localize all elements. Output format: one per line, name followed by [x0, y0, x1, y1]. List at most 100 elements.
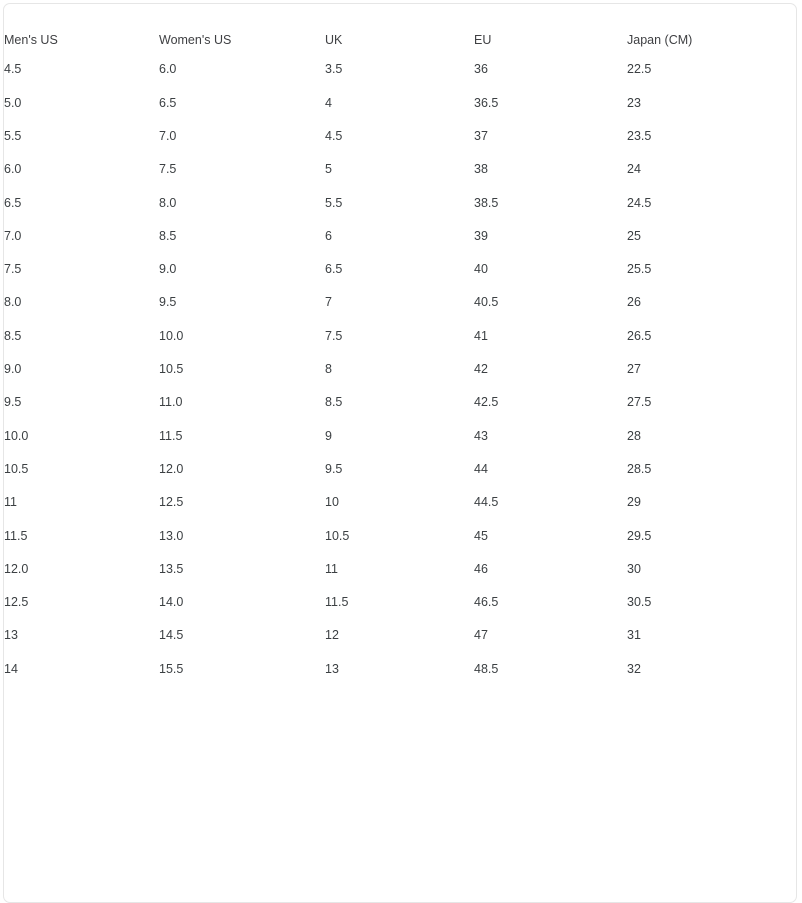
cell-eu: 47	[474, 628, 488, 643]
cell-uk: 3.5	[325, 62, 343, 77]
column-header-eu: EU	[474, 32, 492, 47]
table-row: 4.5 6.0 3.5 36 22.5	[4, 53, 798, 86]
cell-mens: 6.5	[4, 195, 22, 210]
cell-womens: 7.0	[159, 128, 177, 143]
cell-japan: 25.5	[627, 262, 652, 277]
cell-womens: 10.5	[159, 362, 184, 377]
cell-eu: 40.5	[474, 295, 499, 310]
cell-mens: 7.5	[4, 262, 22, 277]
cell-mens: 8.5	[4, 328, 22, 343]
table-header: Men's US Women's US UK EU Japan (CM)	[4, 4, 798, 53]
cell-eu: 45	[474, 528, 488, 543]
cell-mens: 9.5	[4, 395, 22, 410]
cell-mens: 5.0	[4, 95, 22, 110]
cell-japan: 24	[627, 162, 641, 177]
table-row: 6.0 7.5 5 38 24	[4, 153, 798, 186]
cell-eu: 46	[474, 561, 488, 576]
cell-eu: 42.5	[474, 395, 499, 410]
table-row: 10.5 12.0 9.5 44 28.5	[4, 453, 798, 486]
table-row: 9.5 11.0 8.5 42.5 27.5	[4, 386, 798, 419]
table-row: 6.5 8.0 5.5 38.5 24.5	[4, 186, 798, 219]
cell-mens: 10.5	[4, 461, 29, 476]
cell-womens: 11.0	[159, 395, 183, 410]
cell-womens: 9.0	[159, 262, 177, 277]
cell-japan: 30.5	[627, 595, 652, 610]
size-chart-card: Men's US Women's US UK EU Japan (CM) 4.5 6.0 3…	[3, 3, 797, 903]
table-header-row: Men's US Women's US UK EU Japan (CM)	[4, 4, 798, 53]
table-row: 12.0 13.5 11 46 30	[4, 552, 798, 585]
cell-eu: 41	[474, 328, 488, 343]
cell-mens: 12.5	[4, 595, 29, 610]
column-header-uk: UK	[325, 32, 343, 47]
cell-womens: 14.5	[159, 628, 184, 643]
cell-womens: 9.5	[159, 295, 177, 310]
table-row: 5.5 7.0 4.5 37 23.5	[4, 120, 798, 153]
cell-womens: 10.0	[159, 328, 184, 343]
cell-eu: 38	[474, 162, 488, 177]
cell-uk: 11.5	[325, 595, 349, 610]
table-row: 13 14.5 12 47 31	[4, 619, 798, 652]
cell-uk: 9	[325, 428, 332, 443]
cell-womens: 8.5	[159, 228, 177, 243]
cell-japan: 25	[627, 228, 641, 243]
cell-japan: 28	[627, 428, 641, 443]
cell-womens: 14.0	[159, 595, 184, 610]
table-body: 4.5 6.0 3.5 36 22.5 5.0 6.5 4 36.5 23 5.5 7.0 4.5 37 2…	[4, 53, 798, 686]
cell-mens: 4.5	[4, 62, 22, 77]
table-row: 7.5 9.0 6.5 40 25.5	[4, 253, 798, 286]
cell-uk: 12	[325, 628, 339, 643]
cell-eu: 38.5	[474, 195, 499, 210]
cell-womens: 13.5	[159, 561, 184, 576]
cell-japan: 28.5	[627, 461, 652, 476]
cell-eu: 37	[474, 128, 488, 143]
table-row: 8.5 10.0 7.5 41 26.5	[4, 319, 798, 352]
column-header-japan: Japan (CM)	[627, 32, 693, 47]
cell-japan: 27.5	[627, 395, 652, 410]
cell-uk: 11	[325, 561, 338, 576]
cell-eu: 44.5	[474, 495, 499, 510]
cell-mens: 10.0	[4, 428, 29, 443]
table-row: 5.0 6.5 4 36.5 23	[4, 86, 798, 119]
cell-eu: 43	[474, 428, 488, 443]
table-row: 9.0 10.5 8 42 27	[4, 353, 798, 386]
table-row: 10.0 11.5 9 43 28	[4, 419, 798, 452]
cell-womens: 6.0	[159, 62, 177, 77]
cell-japan: 27	[627, 362, 641, 377]
cell-japan: 26.5	[627, 328, 652, 343]
cell-japan: 29	[627, 495, 641, 510]
cell-eu: 42	[474, 362, 488, 377]
cell-uk: 9.5	[325, 461, 343, 476]
cell-mens: 11	[4, 495, 17, 510]
table-row: 12.5 14.0 11.5 46.5 30.5	[4, 586, 798, 619]
cell-eu: 36.5	[474, 95, 499, 110]
cell-womens: 6.5	[159, 95, 177, 110]
cell-uk: 10	[325, 495, 339, 510]
cell-japan: 22.5	[627, 62, 652, 77]
cell-womens: 11.5	[159, 428, 183, 443]
cell-mens: 7.0	[4, 228, 22, 243]
cell-womens: 13.0	[159, 528, 184, 543]
cell-uk: 5.5	[325, 195, 343, 210]
cell-womens: 8.0	[159, 195, 177, 210]
table-row: 11.5 13.0 10.5 45 29.5	[4, 519, 798, 552]
column-header-womens: Women's US	[159, 32, 232, 47]
cell-mens: 6.0	[4, 162, 22, 177]
table-row: 7.0 8.5 6 39 25	[4, 219, 798, 252]
cell-eu: 48.5	[474, 661, 499, 676]
cell-eu: 44	[474, 461, 488, 476]
cell-japan: 23	[627, 95, 641, 110]
cell-eu: 46.5	[474, 595, 499, 610]
cell-uk: 7.5	[325, 328, 343, 343]
table-row: 11 12.5 10 44.5 29	[4, 486, 798, 519]
cell-mens: 14	[4, 661, 18, 676]
cell-womens: 7.5	[159, 162, 177, 177]
table-row: 8.0 9.5 7 40.5 26	[4, 286, 798, 319]
cell-uk: 8.5	[325, 395, 343, 410]
cell-uk: 6.5	[325, 262, 343, 277]
cell-mens: 11.5	[4, 528, 28, 543]
cell-japan: 26	[627, 295, 641, 310]
cell-uk: 8	[325, 362, 332, 377]
cell-eu: 40	[474, 262, 488, 277]
cell-japan: 29.5	[627, 528, 652, 543]
cell-japan: 31	[627, 628, 641, 643]
